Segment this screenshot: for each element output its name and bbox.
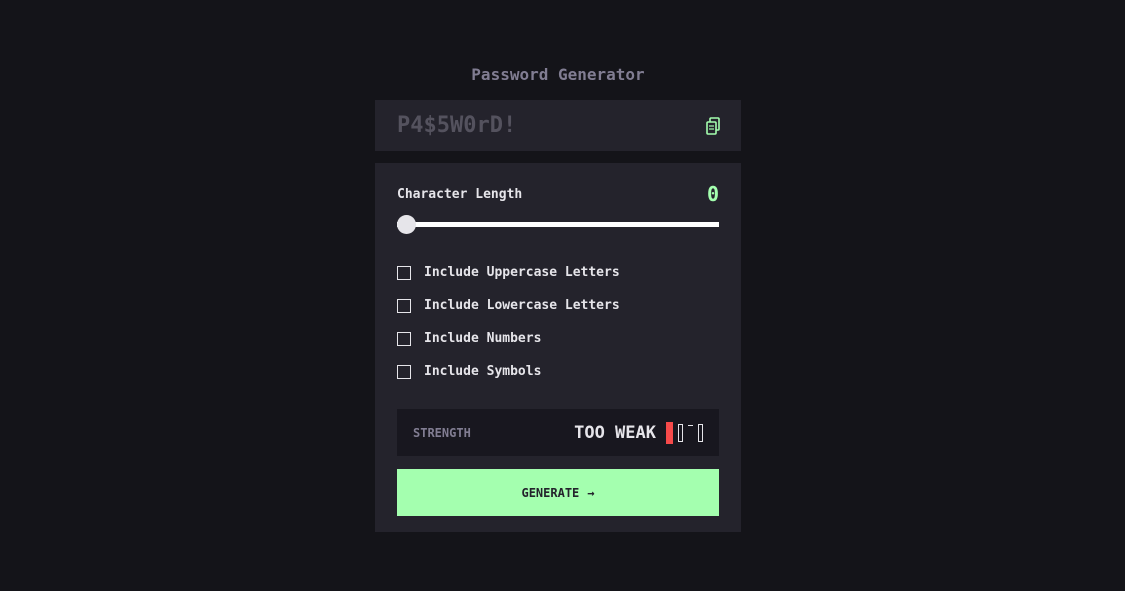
arrow-right-icon: → — [587, 485, 595, 500]
strength-indicator: TOO WEAK — [574, 421, 703, 444]
numbers-checkbox[interactable] — [397, 331, 411, 346]
strength-value: TOO WEAK — [574, 422, 656, 443]
copy-button[interactable] — [705, 116, 721, 136]
strength-meter: STRENGTH TOO WEAK — [397, 409, 719, 456]
option-numbers[interactable]: Include Numbers — [397, 322, 719, 355]
password-generator-app: Password Generator P4$5W0rD! Character L… — [375, 60, 741, 532]
length-row: Character Length 0 — [397, 182, 719, 206]
generate-button[interactable]: GENERATE → — [397, 469, 719, 516]
strength-bar — [698, 423, 703, 442]
strength-bar — [666, 421, 673, 444]
generate-label: GENERATE — [521, 485, 580, 500]
settings-panel: Character Length 0 Include Uppercase Let… — [375, 163, 741, 532]
page-title: Password Generator — [471, 65, 645, 84]
option-label: Include Symbols — [424, 364, 542, 379]
lowercase-checkbox[interactable] — [397, 298, 411, 313]
password-display: P4$5W0rD! — [397, 113, 517, 138]
options-list: Include Uppercase Letters Include Lowerc… — [397, 256, 719, 388]
length-label: Character Length — [397, 186, 523, 202]
slider-track[interactable] — [397, 222, 719, 227]
strength-bar — [688, 424, 693, 437]
length-value: 0 — [706, 182, 719, 206]
option-label: Include Lowercase Letters — [424, 298, 620, 313]
strength-bar — [678, 423, 683, 442]
copy-icon — [706, 116, 720, 135]
option-label: Include Numbers — [424, 331, 542, 346]
option-uppercase[interactable]: Include Uppercase Letters — [397, 256, 719, 289]
uppercase-checkbox[interactable] — [397, 265, 411, 280]
length-slider[interactable] — [397, 214, 719, 234]
option-lowercase[interactable]: Include Lowercase Letters — [397, 289, 719, 322]
password-output: P4$5W0rD! — [375, 100, 741, 151]
slider-thumb[interactable] — [397, 215, 416, 234]
strength-label: STRENGTH — [413, 425, 471, 440]
option-label: Include Uppercase Letters — [424, 265, 620, 280]
strength-bars — [666, 421, 703, 444]
option-symbols[interactable]: Include Symbols — [397, 355, 719, 388]
symbols-checkbox[interactable] — [397, 364, 411, 379]
